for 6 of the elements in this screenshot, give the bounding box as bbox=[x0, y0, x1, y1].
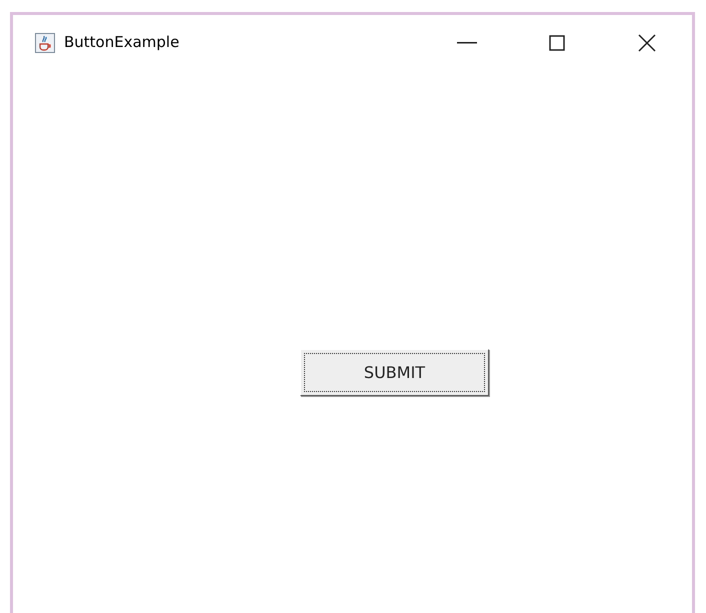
maximize-icon bbox=[549, 34, 565, 50]
window-title: ButtonExample bbox=[64, 32, 180, 54]
minimize-icon bbox=[457, 42, 477, 44]
submit-button[interactable]: SUBMIT bbox=[300, 349, 489, 396]
close-icon bbox=[638, 34, 656, 52]
cup-icon bbox=[35, 32, 55, 52]
